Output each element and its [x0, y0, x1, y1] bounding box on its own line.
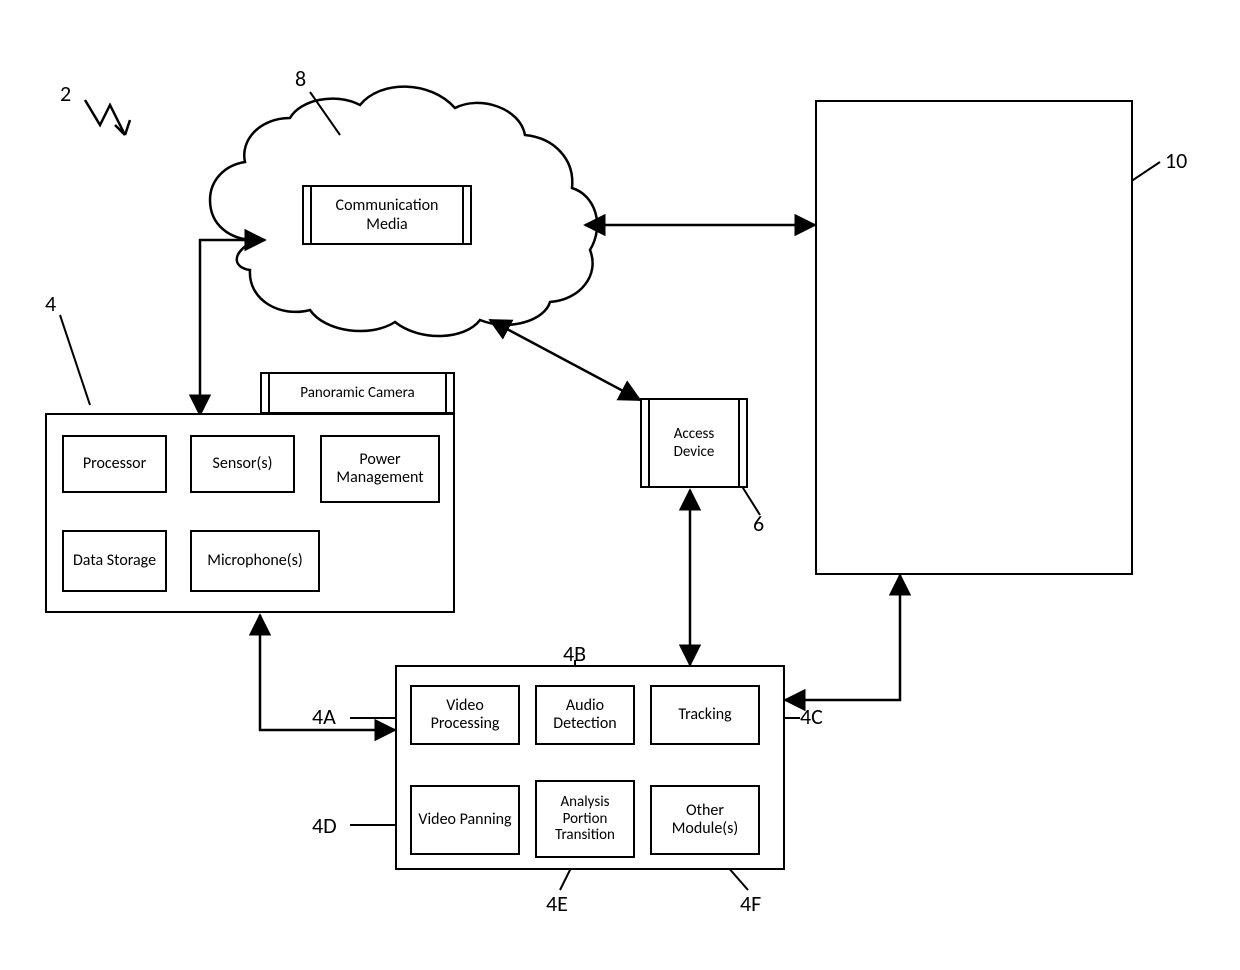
- video-processing-box: Video Processing: [410, 685, 520, 745]
- processor-label: Processor: [83, 455, 146, 473]
- sensors-box: Sensor(s): [190, 435, 295, 493]
- audio-detection-box: Audio Detection: [535, 685, 635, 745]
- audio-detection-label: Audio Detection: [541, 697, 629, 732]
- panoramic-camera-label: Panoramic Camera: [300, 384, 414, 402]
- communication-media-box: Communication Media: [302, 185, 472, 245]
- microphones-label: Microphone(s): [207, 552, 302, 570]
- access-device-box: Access Device: [640, 398, 748, 488]
- other-modules-label: Other Module(s): [656, 802, 754, 837]
- processor-box: Processor: [62, 435, 167, 493]
- data-storage-label: Data Storage: [73, 552, 156, 570]
- video-panning-label: Video Panning: [418, 811, 511, 829]
- other-modules-box: Other Module(s): [650, 785, 760, 855]
- ref-mod-f: 4F: [740, 890, 761, 917]
- data-storage-box: Data Storage: [62, 530, 167, 592]
- analysis-portion-transition-label: Analysis Portion Transition: [541, 794, 629, 844]
- diagram-canvas: 2 8 4 10 6 4A 4B 4C 4D 4E 4F: [0, 0, 1240, 970]
- microphones-box: Microphone(s): [190, 530, 320, 592]
- tracking-box: Tracking: [650, 685, 760, 745]
- communication-media-label: Communication Media: [316, 196, 458, 234]
- ref-cloud: 8: [295, 65, 306, 92]
- power-management-label: Power Management: [326, 451, 434, 486]
- ref-access-device: 6: [753, 510, 764, 537]
- panoramic-camera-box: Panoramic Camera: [260, 372, 455, 414]
- tracking-label: Tracking: [678, 706, 731, 724]
- video-panning-box: Video Panning: [410, 785, 520, 855]
- ref-mod-c: 4C: [800, 703, 823, 730]
- analysis-portion-transition-box: Analysis Portion Transition: [535, 780, 635, 858]
- ref-mod-d: 4D: [312, 812, 337, 839]
- sensors-label: Sensor(s): [213, 455, 273, 473]
- video-processing-label: Video Processing: [416, 697, 514, 732]
- access-device-label: Access Device: [654, 425, 734, 461]
- ref-server-box: 10: [1165, 147, 1187, 174]
- ref-mod-a: 4A: [312, 703, 336, 730]
- ref-device: 4: [45, 290, 56, 317]
- server-container-box: [815, 100, 1133, 575]
- ref-mod-b: 4B: [563, 640, 586, 667]
- ref-system: 2: [60, 80, 71, 107]
- ref-mod-e: 4E: [546, 890, 568, 917]
- power-management-box: Power Management: [320, 435, 440, 503]
